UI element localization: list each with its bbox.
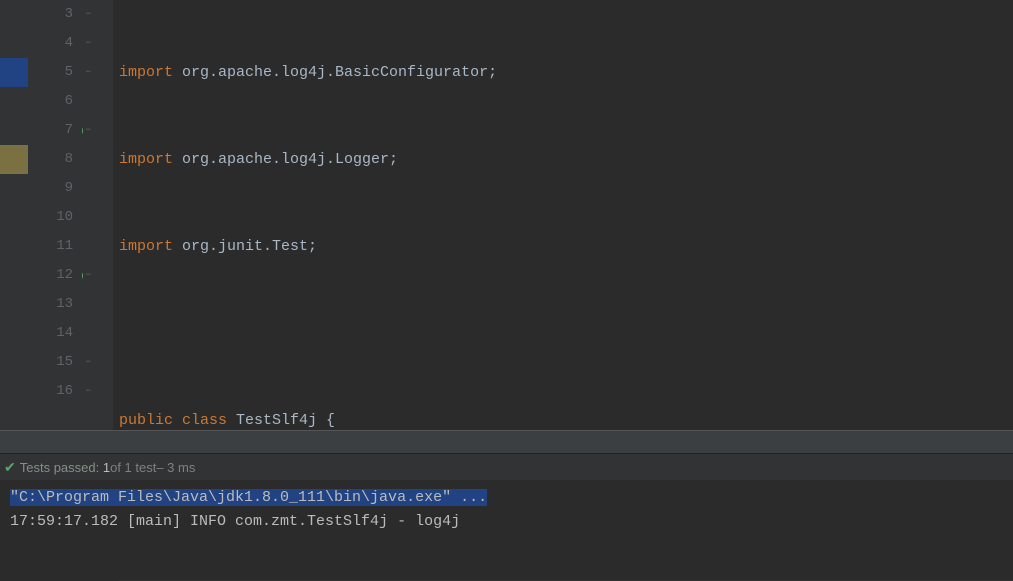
left-strip <box>0 0 28 430</box>
line-number[interactable]: 14 <box>28 319 73 348</box>
line-number[interactable]: 12 <box>28 261 73 290</box>
code-line[interactable]: import org.junit.Test; <box>119 232 1013 261</box>
line-number[interactable]: 10 <box>28 203 73 232</box>
line-number[interactable]: 15 <box>28 348 73 377</box>
line-number[interactable]: 7 <box>28 116 73 145</box>
line-number[interactable]: 5 <box>28 58 73 87</box>
tests-time: – 3 ms <box>156 460 195 475</box>
fold-toggle[interactable]: – <box>85 116 92 145</box>
fold-toggle[interactable]: – <box>85 0 92 29</box>
line-number[interactable]: 16 <box>28 377 73 406</box>
line-number[interactable] <box>28 406 73 435</box>
code-line[interactable] <box>119 319 1013 348</box>
editor-area: 3 4 5 6 7 8 9 10 11 12 13 14 15 16 – – –… <box>0 0 1013 430</box>
line-number[interactable]: 4 <box>28 29 73 58</box>
line-number[interactable]: 6 <box>28 87 73 116</box>
code-line[interactable]: import org.apache.log4j.BasicConfigurato… <box>119 58 1013 87</box>
fold-toggle[interactable]: – <box>85 29 92 58</box>
code-editor[interactable]: import org.apache.log4j.BasicConfigurato… <box>113 0 1013 430</box>
fold-toggle[interactable]: – <box>85 377 92 406</box>
fold-toggle[interactable]: – <box>85 58 92 87</box>
check-icon: ✔ <box>4 459 16 476</box>
tests-passed-label: Tests passed: <box>20 460 100 475</box>
line-number[interactable]: 9 <box>28 174 73 203</box>
line-number[interactable]: 11 <box>28 232 73 261</box>
tests-passed-count: 1 <box>103 460 110 475</box>
code-line[interactable]: public class TestSlf4j { <box>119 406 1013 435</box>
line-number[interactable]: 3 <box>28 0 73 29</box>
gutter: 3 4 5 6 7 8 9 10 11 12 13 14 15 16 <box>28 0 83 430</box>
line-number[interactable]: 13 <box>28 290 73 319</box>
code-line[interactable]: import org.apache.log4j.Logger; <box>119 145 1013 174</box>
line-number[interactable]: 8 <box>28 145 73 174</box>
fold-toggle[interactable]: – <box>85 348 92 377</box>
tests-total: of 1 test <box>110 460 156 475</box>
fold-column: – – – – – – – <box>83 0 113 430</box>
console-command: "C:\Program Files\Java\jdk1.8.0_111\bin\… <box>10 489 487 506</box>
fold-toggle[interactable]: – <box>85 261 92 290</box>
